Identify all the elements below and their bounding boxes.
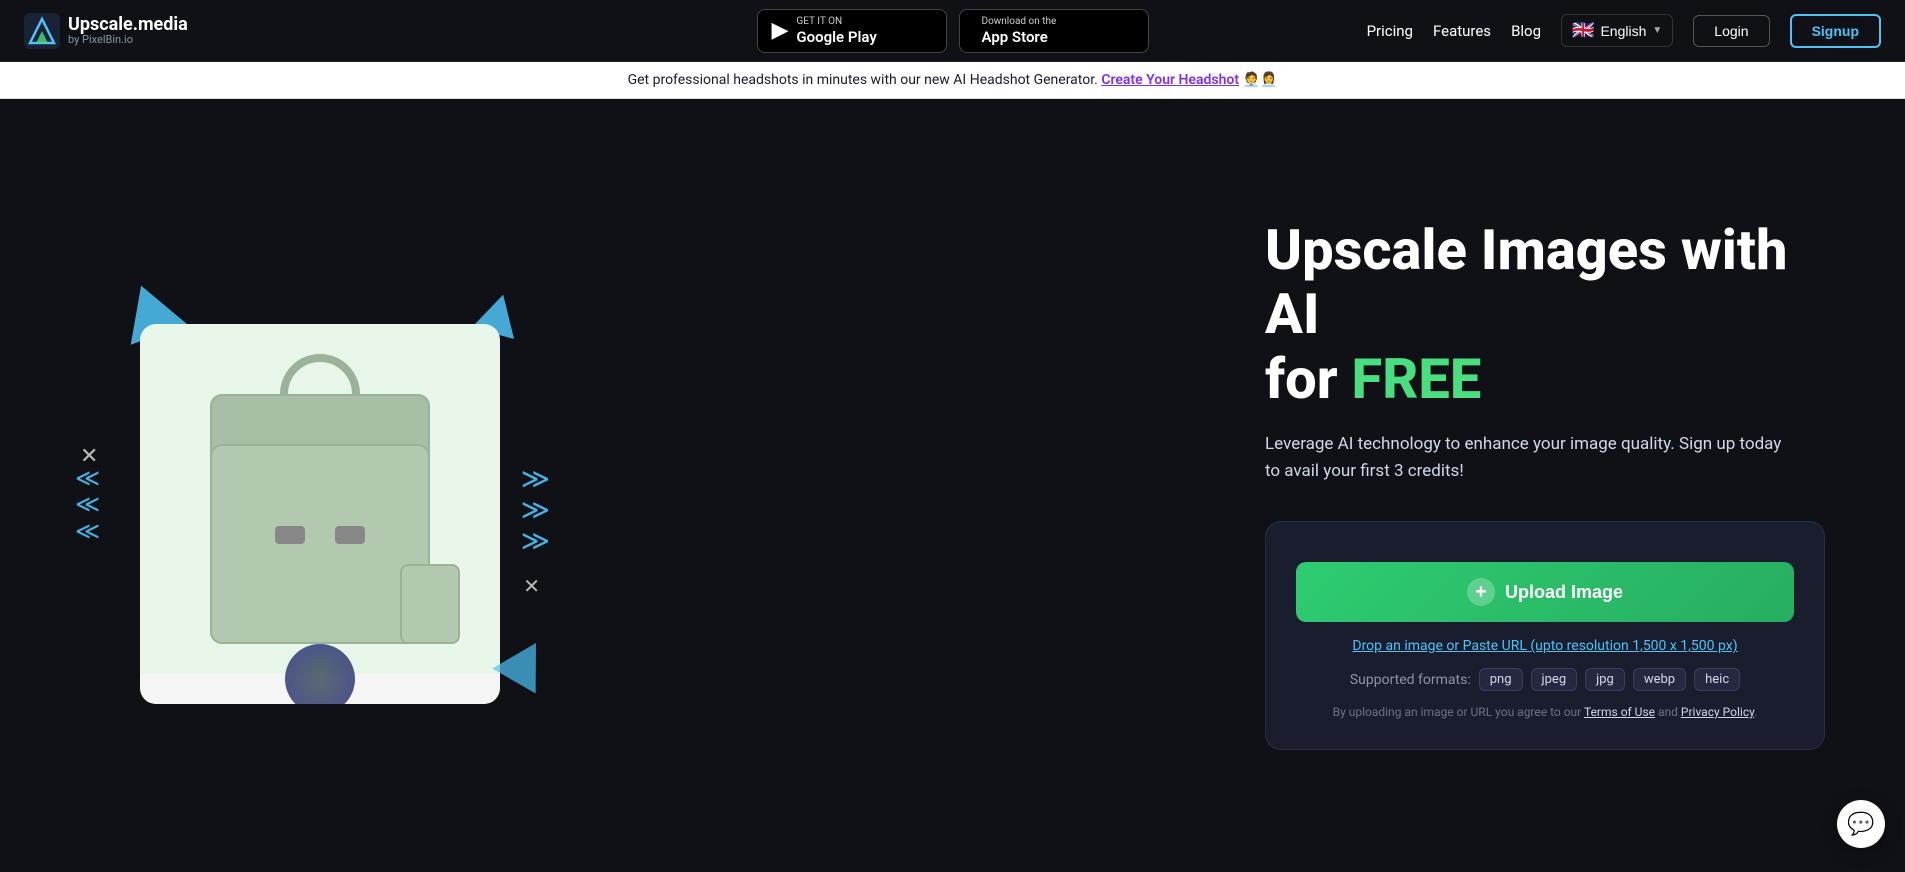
format-jpg: jpg bbox=[1585, 668, 1625, 691]
promo-link[interactable]: Create Your Headshot bbox=[1101, 72, 1239, 88]
promo-text: Get professional headshots in minutes wi… bbox=[628, 72, 1098, 88]
hero-title-part1: Upscale Images with AI bbox=[1265, 217, 1787, 347]
formats-label: Supported formats: bbox=[1350, 672, 1471, 688]
format-webp: webp bbox=[1633, 668, 1686, 691]
navbar: Upscale.media by PixelBin.io ▶ GET IT ON… bbox=[0, 0, 1905, 62]
arrows-decoration-right: ≫≫≫ bbox=[521, 464, 550, 556]
login-button[interactable]: Login bbox=[1693, 15, 1769, 47]
tos-text: By uploading an image or URL you agree t… bbox=[1296, 705, 1794, 719]
bag-buckle2 bbox=[335, 526, 365, 544]
chat-button[interactable]: 💬 bbox=[1837, 800, 1885, 848]
product-image-card bbox=[140, 324, 500, 704]
hero-image-area: ✕ ≫≫≫ ≪≪≪ ✕ bbox=[60, 264, 580, 704]
bag-body bbox=[210, 444, 430, 644]
google-play-button[interactable]: ▶ GET IT ON Google Play bbox=[757, 9, 947, 53]
bag-illustration bbox=[170, 354, 470, 674]
formats-row: Supported formats: png jpeg jpg webp hei… bbox=[1296, 668, 1794, 691]
logo-icon bbox=[24, 13, 60, 49]
nav-right: Pricing Features Blog 🇬🇧 English ▼ Login… bbox=[1367, 14, 1881, 48]
triangle-decoration-br bbox=[492, 630, 557, 693]
small-pouch bbox=[400, 564, 460, 644]
app-store-big: App Store bbox=[982, 28, 1057, 46]
hero-section: ✕ ≫≫≫ ≪≪≪ ✕ Upscale Images with AI for F… bbox=[0, 99, 1905, 849]
bag-buckle1 bbox=[275, 526, 305, 544]
language-selector[interactable]: 🇬🇧 English ▼ bbox=[1561, 14, 1673, 47]
drop-hint-post: (upto resolution 1,500 x 1,500 px) bbox=[1527, 638, 1738, 654]
hero-title-free: FREE bbox=[1352, 346, 1482, 412]
nav-features[interactable]: Features bbox=[1433, 22, 1491, 40]
nav-center-stores: ▶ GET IT ON Google Play Download on the … bbox=[757, 9, 1149, 53]
format-jpeg: jpeg bbox=[1531, 668, 1578, 691]
format-png: png bbox=[1479, 668, 1523, 691]
language-label: English bbox=[1600, 23, 1646, 39]
brand-sub: by PixelBin.io bbox=[68, 34, 188, 46]
plus-circle-icon: + bbox=[1467, 578, 1495, 606]
drop-hint: Drop an image or Paste URL (upto resolut… bbox=[1296, 638, 1794, 654]
logo-area: Upscale.media by PixelBin.io bbox=[24, 13, 188, 49]
chevron-down-icon: ▼ bbox=[1652, 25, 1662, 36]
privacy-policy-link[interactable]: Privacy Policy bbox=[1681, 705, 1754, 719]
hero-subtitle: Leverage AI technology to enhance your i… bbox=[1265, 431, 1785, 485]
google-play-big: Google Play bbox=[796, 28, 876, 46]
promo-banner: Get professional headshots in minutes wi… bbox=[0, 62, 1905, 99]
upload-button-label: Upload Image bbox=[1505, 582, 1623, 603]
arrows-decoration-left: ≪≪≪ bbox=[75, 465, 100, 544]
paste-url-link[interactable]: URL bbox=[1502, 638, 1527, 654]
terms-of-use-link[interactable]: Terms of Use bbox=[1584, 705, 1655, 719]
signup-button[interactable]: Signup bbox=[1790, 14, 1881, 48]
hero-title: Upscale Images with AI for FREE bbox=[1265, 218, 1825, 411]
app-store-small: Download on the bbox=[982, 16, 1057, 28]
chat-icon: 💬 bbox=[1847, 811, 1874, 837]
google-play-small: GET IT ON bbox=[796, 16, 876, 28]
nav-blog[interactable]: Blog bbox=[1511, 22, 1541, 40]
upload-image-button[interactable]: + Upload Image bbox=[1296, 562, 1794, 622]
cross-decoration-br: ✕ bbox=[523, 574, 540, 598]
drop-hint-pre: Drop an image or Paste bbox=[1352, 638, 1501, 654]
upload-box: + Upload Image Drop an image or Paste UR… bbox=[1265, 521, 1825, 750]
google-play-icon: ▶ bbox=[772, 18, 789, 43]
brand-name: Upscale.media bbox=[68, 15, 188, 35]
hero-title-part2: for bbox=[1265, 346, 1352, 412]
hero-content: Upscale Images with AI for FREE Leverage… bbox=[1205, 218, 1825, 751]
format-heic: heic bbox=[1694, 668, 1740, 691]
promo-emoji: 🧑‍💼👩‍💼 bbox=[1243, 72, 1278, 88]
nav-pricing[interactable]: Pricing bbox=[1367, 22, 1413, 40]
app-store-button[interactable]: Download on the App Store bbox=[959, 9, 1149, 53]
flag-icon: 🇬🇧 bbox=[1572, 20, 1594, 41]
logo-text: Upscale.media by PixelBin.io bbox=[68, 15, 188, 47]
